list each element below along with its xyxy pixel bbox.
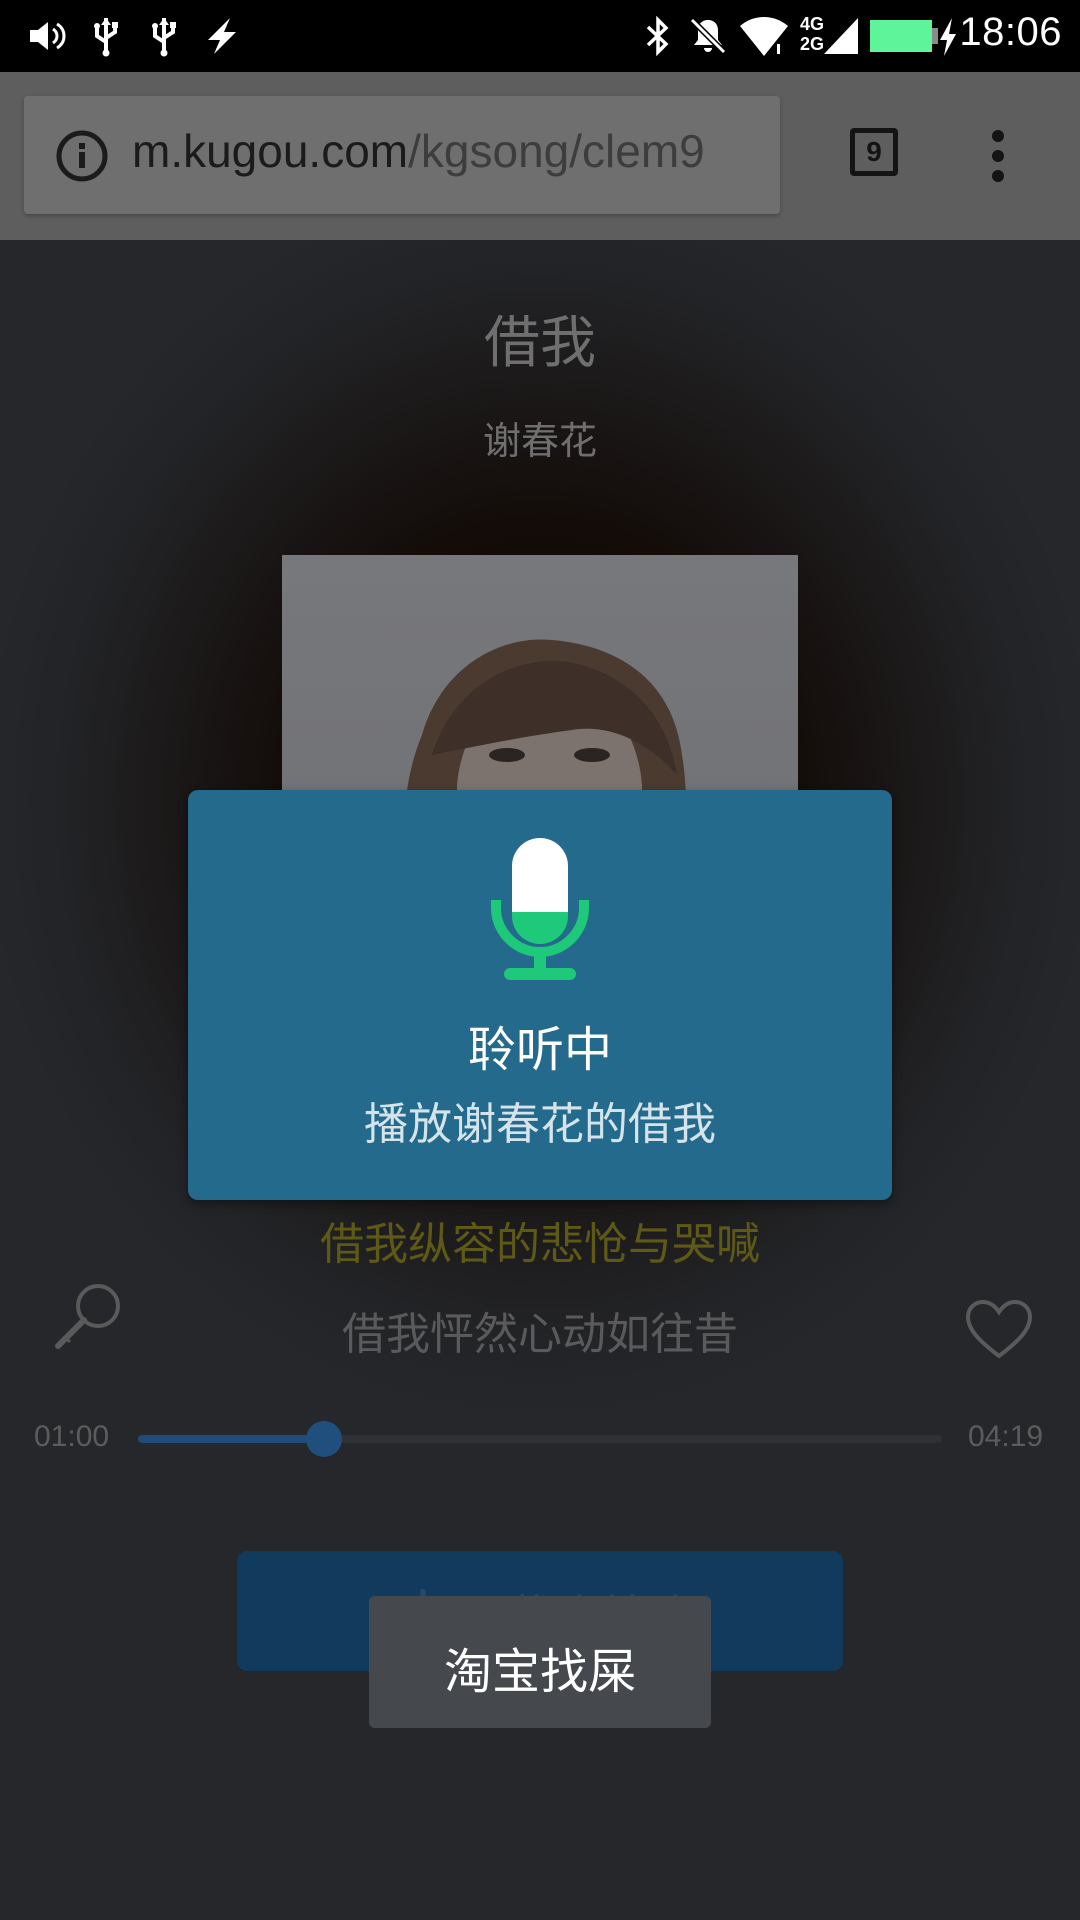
- usb-icon: [152, 18, 176, 57]
- tab-switcher-button[interactable]: 9: [850, 128, 898, 176]
- battery-charging-icon: [870, 18, 956, 56]
- karaoke-mic-icon[interactable]: [50, 1280, 124, 1354]
- song-title: 借我: [484, 311, 596, 376]
- flash-icon: [208, 18, 236, 54]
- total-time: 04:19: [968, 1420, 1044, 1453]
- listening-status: 聆听中: [467, 1022, 612, 1078]
- browser-toolbar: m.kugou.com/kgsong/clem9 9: [0, 72, 1080, 240]
- signal-4g-2g-icon: 4G 2G: [800, 14, 858, 58]
- address-bar[interactable]: m.kugou.com/kgsong/clem9: [24, 96, 780, 214]
- voice-assistant-dialog[interactable]: 聆听中 播放谢春花的借我: [188, 790, 892, 1200]
- progress-fill: [138, 1435, 325, 1443]
- notifications-off-icon: [689, 17, 727, 55]
- toast-message: 淘宝找屎: [369, 1596, 711, 1728]
- song-artist: 谢春花: [482, 419, 597, 463]
- url-host: m.kugou.com: [132, 125, 409, 177]
- usb-icon: [94, 18, 118, 57]
- current-time: 01:00: [34, 1420, 110, 1453]
- progress-thumb[interactable]: [306, 1421, 343, 1457]
- voice-query-text: 播放谢春花的借我: [364, 1099, 716, 1150]
- lyric-current-line: 借我纵容的悲怆与哭喊: [320, 1219, 760, 1270]
- progress-track[interactable]: [138, 1421, 942, 1457]
- network-label-4g: 4G: [800, 14, 825, 34]
- url-path: /kgsong/clem9: [408, 125, 705, 177]
- toast-text: 淘宝找屎: [443, 1644, 636, 1700]
- favorite-heart-icon[interactable]: [964, 1298, 1034, 1360]
- info-icon[interactable]: [56, 130, 108, 182]
- network-label-2g: 2G: [800, 34, 825, 54]
- url-text[interactable]: m.kugou.com/kgsong/clem9: [132, 124, 705, 178]
- volume-icon: [30, 22, 66, 50]
- bluetooth-icon: [646, 15, 669, 57]
- clock: 18:06: [959, 10, 1062, 54]
- microphone-icon: [491, 838, 589, 980]
- lyric-next-line: 借我怦然心动如往昔: [342, 1309, 738, 1360]
- status-bar: 4G 2G 18:06: [0, 0, 1080, 72]
- overflow-menu-icon[interactable]: [978, 126, 1018, 186]
- wifi-icon: [740, 17, 788, 56]
